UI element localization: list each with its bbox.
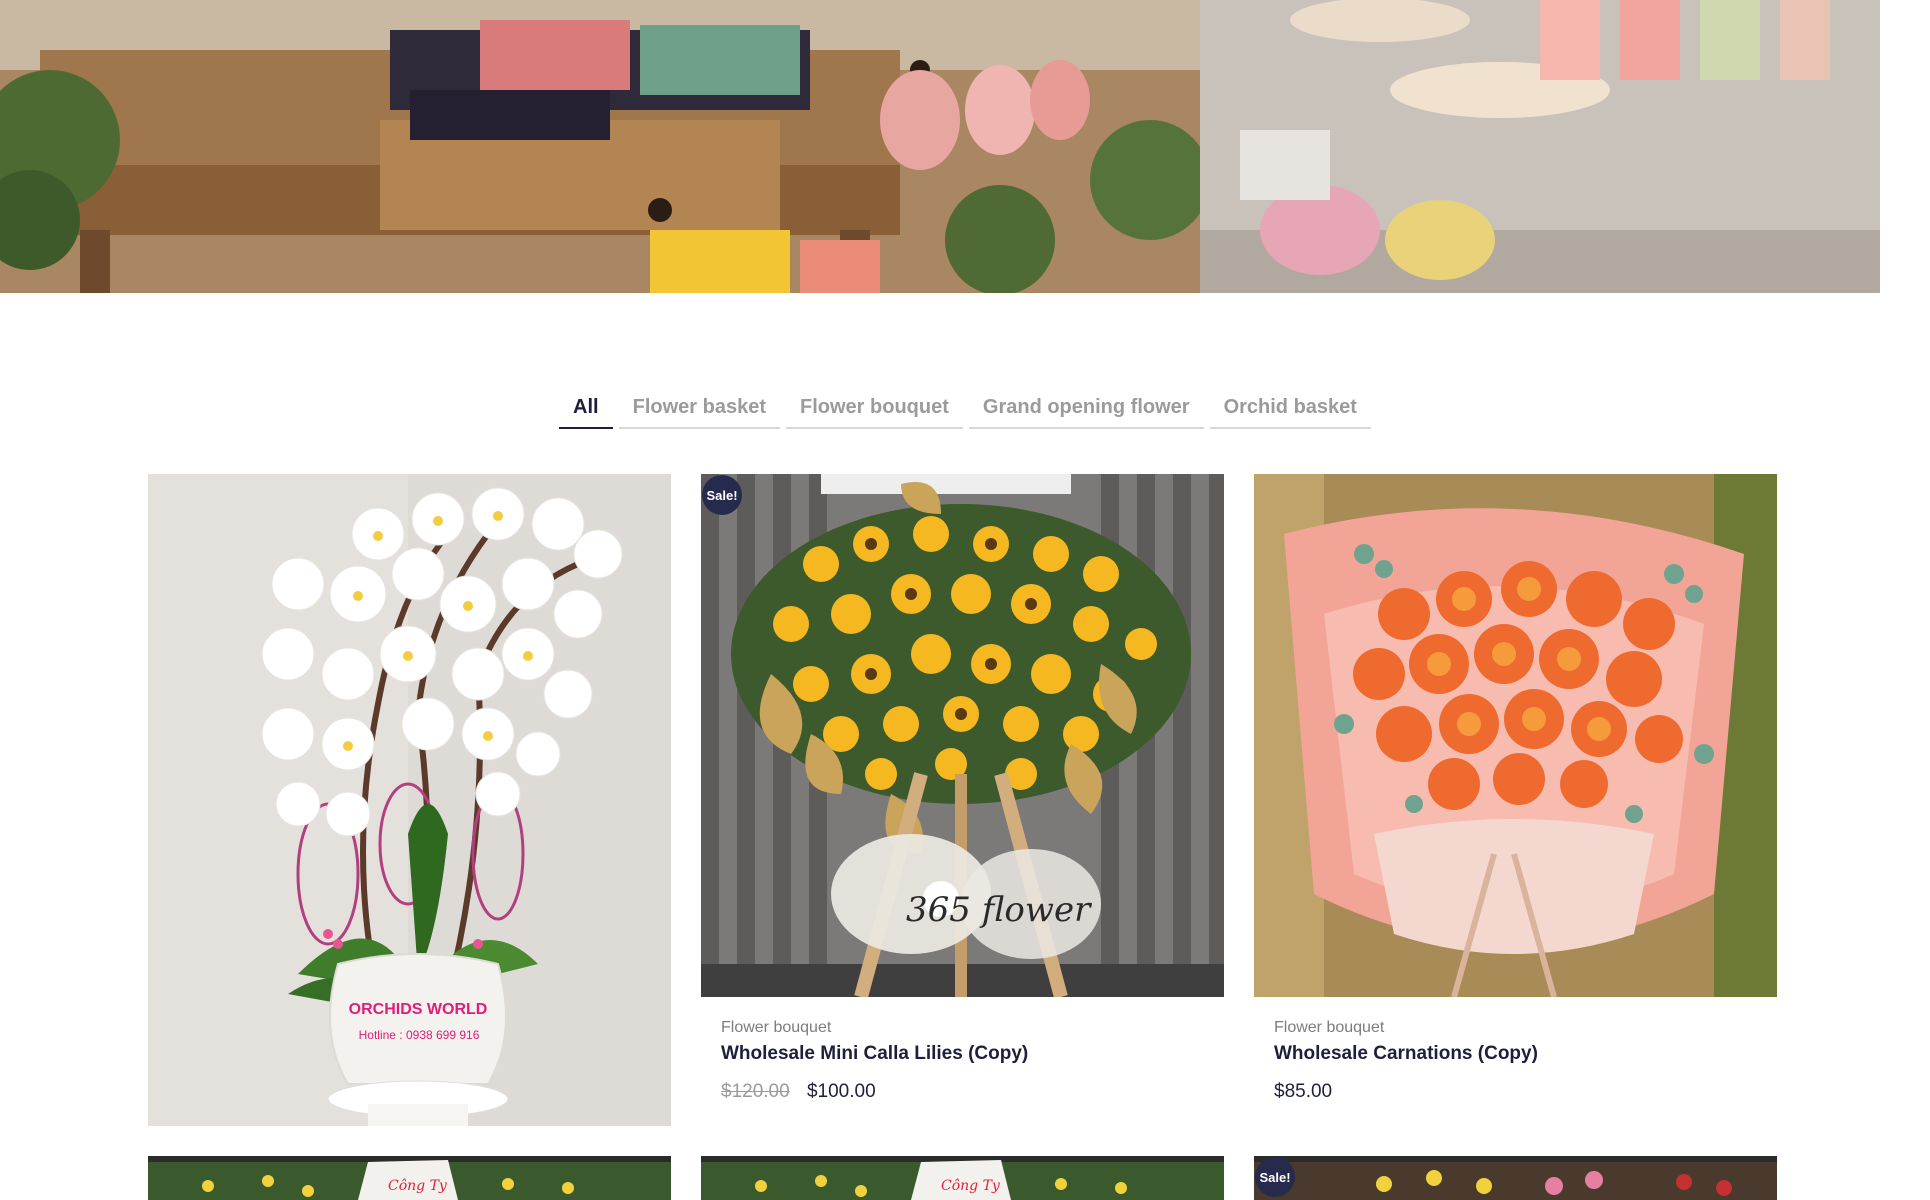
product-info: Flower bouquet Wholesale Carnations (Cop… — [1254, 997, 1777, 1103]
flower-stand-image: Công Ty — [148, 1156, 671, 1200]
product-card[interactable]: Công Ty — [148, 1156, 671, 1200]
product-image[interactable]: Sale! — [1254, 1156, 1777, 1200]
product-price: $120.00 $100.00 — [721, 1081, 1204, 1103]
watermark-text: 365 flower — [906, 890, 1091, 930]
product-card[interactable]: ORCHIDS WORLD Hotline : 0938 699 916 — [148, 474, 671, 1126]
product-card[interactable]: Sale! — [1254, 1156, 1777, 1200]
hero-banner — [0, 0, 1930, 293]
product-title[interactable]: Wholesale Mini Calla Lilies (Copy) — [721, 1043, 1204, 1065]
product-image[interactable]: Công Ty — [701, 1156, 1224, 1200]
tab-grand-opening-flower[interactable]: Grand opening flower — [968, 390, 1204, 429]
hero-image — [0, 0, 1930, 293]
product-category[interactable]: Flower bouquet — [721, 1019, 1204, 1037]
product-image[interactable]: Công Ty — [148, 1156, 671, 1200]
sale-badge: Sale! — [702, 475, 742, 515]
flower-stand-image — [1254, 1156, 1777, 1200]
rose-bouquet-image — [1254, 474, 1777, 997]
tab-all[interactable]: All — [559, 390, 613, 429]
tab-flower-basket[interactable]: Flower basket — [618, 390, 780, 429]
product-card[interactable]: Sale! — [701, 474, 1224, 1103]
svg-text:Công Ty: Công Ty — [388, 1178, 448, 1194]
product-title[interactable]: Wholesale Carnations (Copy) — [1274, 1043, 1757, 1065]
pot-hotline-text: Hotline : 0938 699 916 — [358, 1028, 480, 1042]
product-card[interactable]: Flower bouquet Wholesale Carnations (Cop… — [1254, 474, 1777, 1103]
product-card[interactable]: Công Ty — [701, 1156, 1224, 1200]
sale-price: $100.00 — [806, 1081, 876, 1102]
regular-price: $85.00 — [1274, 1081, 1333, 1102]
product-image[interactable]: ORCHIDS WORLD Hotline : 0938 699 916 — [148, 474, 671, 1126]
product-info: Flower bouquet Wholesale Mini Calla Lili… — [701, 997, 1224, 1103]
category-tabs: All Flower basket Flower bouquet Grand o… — [0, 390, 1930, 429]
product-category[interactable]: Flower bouquet — [1274, 1019, 1757, 1037]
product-image[interactable]: Sale! — [701, 474, 1224, 997]
product-price: $85.00 — [1274, 1081, 1757, 1103]
tab-flower-bouquet[interactable]: Flower bouquet — [786, 390, 963, 429]
tab-orchid-basket[interactable]: Orchid basket — [1209, 390, 1371, 429]
old-price: $120.00 — [721, 1081, 790, 1102]
flower-stand-image: Công Ty — [701, 1156, 1224, 1200]
product-image[interactable] — [1254, 474, 1777, 997]
svg-text:Công Ty: Công Ty — [941, 1178, 1001, 1194]
pot-brand-text: ORCHIDS WORLD — [348, 1001, 488, 1018]
sale-badge: Sale! — [1255, 1157, 1295, 1197]
